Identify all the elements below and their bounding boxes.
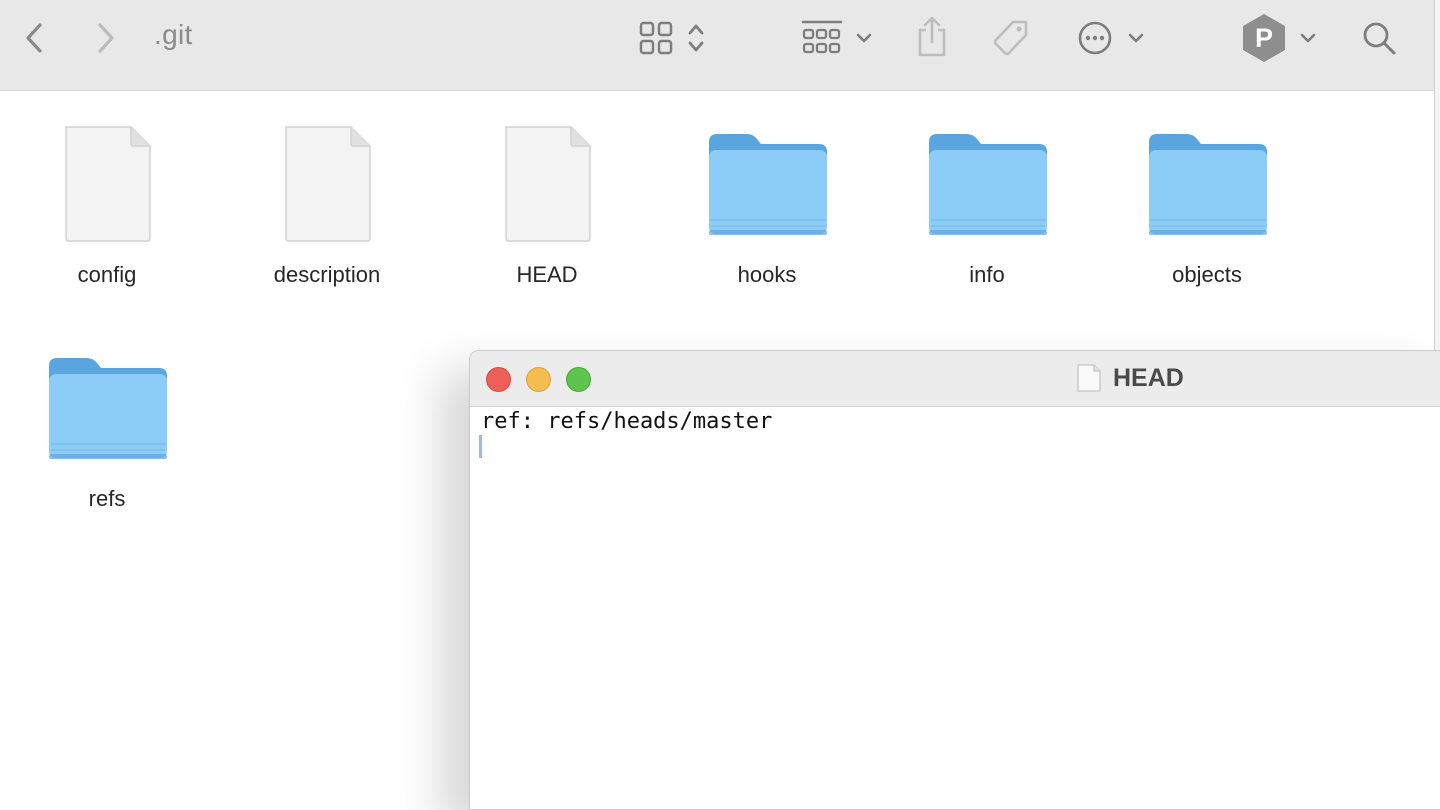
file-item-head[interactable]: HEAD <box>457 122 637 302</box>
editor-title: HEAD <box>1113 364 1184 392</box>
file-label: hooks <box>737 262 797 287</box>
folder-title: .git <box>154 19 193 50</box>
share-icon[interactable] <box>914 15 950 59</box>
chevron-down-icon[interactable] <box>1296 26 1320 50</box>
text-caret <box>479 435 482 458</box>
avatar-letter: P <box>1255 23 1273 53</box>
document-icon <box>505 126 591 242</box>
file-label: config <box>77 262 137 287</box>
user-avatar-icon[interactable]: P <box>1238 12 1290 64</box>
folder-icon <box>1149 134 1267 235</box>
folder-icon <box>709 134 827 235</box>
file-label: description <box>273 262 381 287</box>
file-label: refs <box>88 486 126 511</box>
back-icon[interactable] <box>18 20 50 56</box>
folder-item-info[interactable]: info <box>897 122 1077 302</box>
textedit-window: HEAD ref: refs/heads/master <box>469 350 1440 810</box>
folder-item-hooks[interactable]: hooks <box>677 122 857 302</box>
folder-item-refs[interactable]: refs <box>17 346 197 526</box>
file-label: HEAD <box>516 262 578 287</box>
more-icon[interactable] <box>1076 19 1114 57</box>
file-label: objects <box>1172 262 1242 287</box>
editor-text[interactable]: ref: refs/heads/master <box>481 408 1421 436</box>
document-icon <box>65 126 151 242</box>
editor-titlebar[interactable]: HEAD <box>470 351 1440 407</box>
view-sort-icon[interactable] <box>684 20 708 56</box>
finder-toolbar: .git P <box>0 0 1434 91</box>
chevron-down-icon[interactable] <box>852 26 876 50</box>
file-label: info <box>969 262 1005 287</box>
forward-icon[interactable] <box>90 20 122 56</box>
document-icon <box>1077 364 1101 392</box>
group-icon[interactable] <box>800 18 844 58</box>
folder-item-objects[interactable]: objects <box>1117 122 1297 302</box>
chevron-down-icon[interactable] <box>1124 26 1148 50</box>
minimize-button[interactable] <box>526 367 551 392</box>
file-item-description[interactable]: description <box>237 122 417 302</box>
folder-icon <box>49 358 167 459</box>
folder-icon <box>929 134 1047 235</box>
close-button[interactable] <box>486 367 511 392</box>
zoom-button[interactable] <box>566 367 591 392</box>
file-item-config[interactable]: config <box>17 122 197 302</box>
document-icon <box>285 126 371 242</box>
tag-icon[interactable] <box>990 17 1032 59</box>
view-grid-icon[interactable] <box>638 20 674 56</box>
search-icon[interactable] <box>1360 19 1398 57</box>
